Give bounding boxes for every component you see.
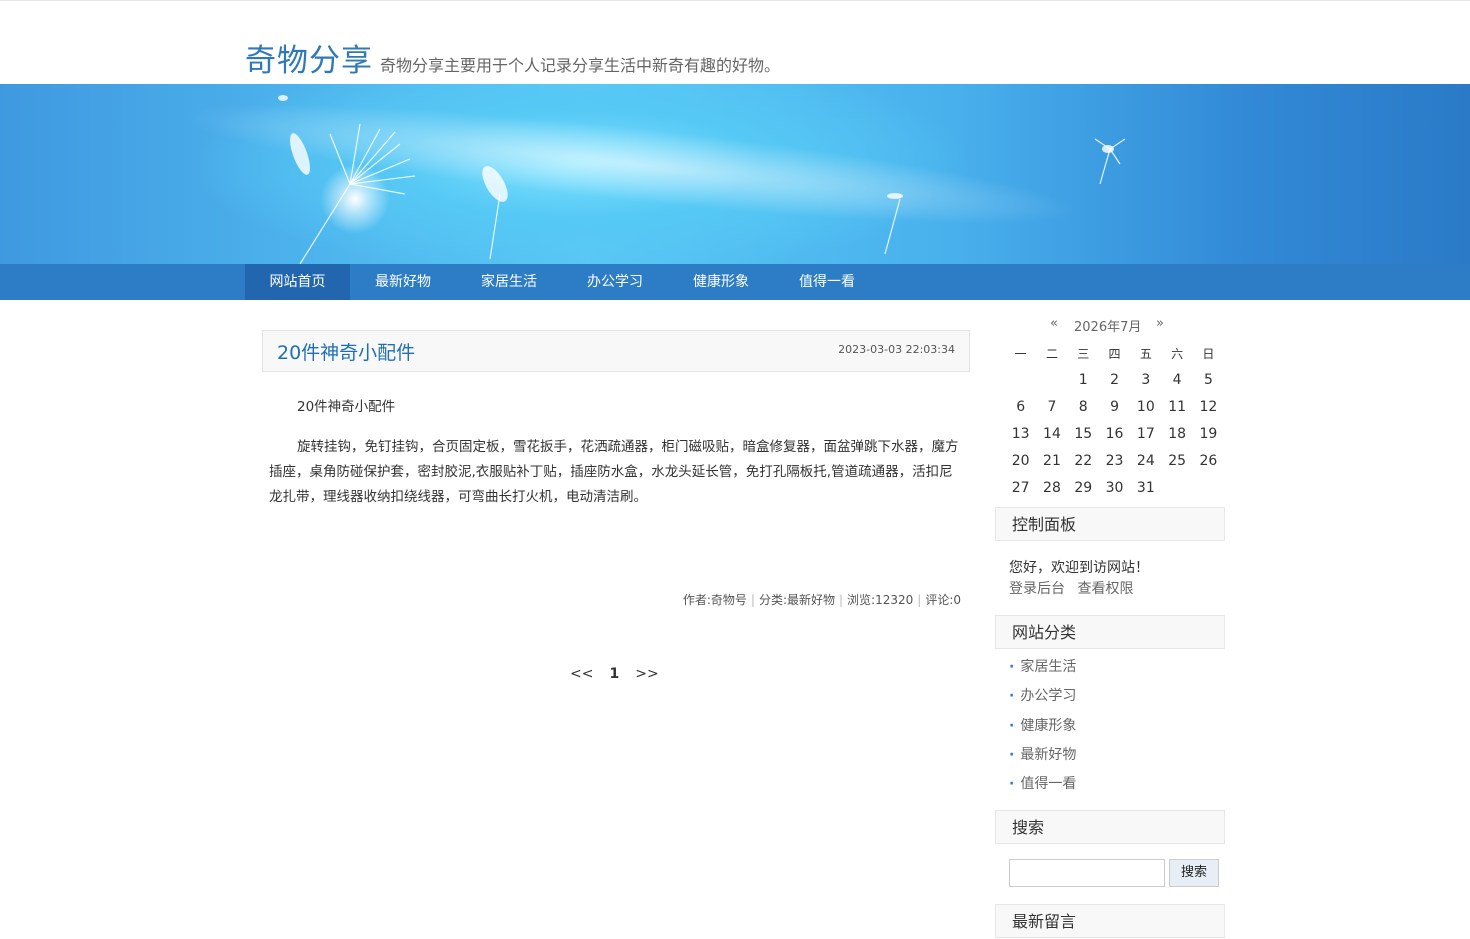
control-panel-title: 控制面板 [995, 507, 1225, 541]
calendar-day: 1 [1078, 371, 1088, 388]
search-title: 搜索 [995, 810, 1225, 844]
welcome-text: 您好，欢迎到访网站！ [1009, 560, 1149, 576]
post-author: 作者:奇物号 [682, 593, 747, 607]
weekday-label: 一 [1014, 346, 1027, 361]
calendar-prev-month-link[interactable]: « [1050, 316, 1058, 331]
calendar-day: 10 [1136, 398, 1155, 415]
categories-title: 网站分类 [995, 615, 1225, 649]
main-nav: 网站首页 最新好物 家居生活 办公学习 健康形象 值得一看 [0, 264, 1470, 300]
calendar-day: 28 [1043, 479, 1061, 496]
pagination: << 1 >> [570, 666, 675, 682]
meta-separator: | [750, 593, 755, 607]
calendar-day [1036, 366, 1067, 393]
post-views: 浏览:12320 [847, 593, 914, 607]
calendar-day [1193, 474, 1224, 501]
calendar-day: 6 [1016, 398, 1026, 415]
calendar-day: 11 [1168, 398, 1187, 415]
calendar-day: 7 [1047, 398, 1057, 415]
nav-item-home-life[interactable]: 家居生活 [456, 264, 562, 300]
calendar-day: 2 [1110, 371, 1119, 388]
nav-item-health[interactable]: 健康形象 [668, 264, 774, 300]
login-link[interactable]: 登录后台 [1009, 581, 1065, 597]
meta-separator: | [917, 593, 922, 607]
calendar-day: 8 [1078, 398, 1088, 415]
calendar-day: 17 [1136, 425, 1155, 442]
calendar-day: 5 [1203, 371, 1213, 388]
dandelion-seeds-graphic [278, 95, 1126, 264]
pager-prev-link[interactable]: << [570, 666, 593, 682]
calendar-day [1161, 474, 1192, 501]
calendar-day: 9 [1110, 398, 1119, 415]
pager-next-link[interactable]: >> [635, 666, 658, 682]
calendar-day: 22 [1074, 452, 1093, 469]
calendar-week-row: 1 2 3 4 5 [1005, 366, 1224, 393]
post-paragraph: 旋转挂钩，免钉挂钩，合页固定板，雪花扳手，花洒疏通器，柜门磁吸贴，暗盒修复器，面… [269, 439, 959, 505]
calendar-day: 19 [1199, 425, 1218, 442]
calendar-day [1005, 366, 1036, 393]
calendar-week-row: 6 7 8 9 10 11 12 [1005, 393, 1224, 420]
category-item[interactable]: 办公学习 [1009, 686, 1076, 715]
site-header: 奇物分享 奇物分享主要用于个人记录分享生活中新奇有趣的好物。 [0, 0, 1470, 85]
post-meta: 作者:奇物号 | 分类:最新好物 | 浏览:12320 | 评论:0 [683, 591, 961, 608]
calendar-table: 一 二 三 四 五 六 日 12345 6 7 8 9 10 11 12 13 14 15 16 1… [1005, 340, 1224, 501]
permissions-link[interactable]: 查看权限 [1077, 581, 1133, 597]
calendar-day: 12 [1199, 398, 1218, 415]
weekday-label: 四 [1108, 346, 1121, 361]
post-title[interactable]: 20件神奇小配件 [277, 338, 415, 365]
category-item[interactable]: 最新好物 [1009, 745, 1076, 774]
recent-comments-title: 最新留言 [995, 904, 1225, 938]
weekday-label: 三 [1077, 346, 1090, 361]
category-item[interactable]: 值得一看 [1009, 774, 1076, 803]
meta-separator: | [839, 593, 844, 607]
weekday-label: 二 [1045, 346, 1058, 361]
calendar-day: 25 [1168, 452, 1187, 469]
pager-current-page: 1 [609, 666, 620, 682]
calendar-day: 30 [1105, 479, 1124, 496]
post-comments[interactable]: 评论:0 [925, 593, 961, 607]
weekday-label: 日 [1202, 346, 1215, 361]
calendar-next-month-link[interactable]: » [1156, 316, 1164, 331]
weekday-label: 六 [1171, 346, 1184, 361]
calendar-day: 29 [1074, 479, 1093, 496]
site-description: 奇物分享主要用于个人记录分享生活中新奇有趣的好物。 [380, 56, 781, 75]
calendar-day: 16 [1105, 425, 1124, 442]
calendar-weekday-row: 一 二 三 四 五 六 日 [1005, 340, 1224, 366]
calendar-day: 31 [1136, 479, 1155, 496]
control-panel-links: 登录后台 查看权限 [1009, 578, 1141, 598]
post-date: 2023-03-03 22:03:34 [838, 343, 955, 356]
header-banner [0, 84, 1470, 264]
calendar-day: 27 [1011, 479, 1030, 496]
calendar-day: 4 [1172, 371, 1182, 388]
post-category[interactable]: 分类:最新好物 [759, 593, 835, 607]
calendar-day: 21 [1043, 452, 1061, 469]
nav-item-office-study[interactable]: 办公学习 [562, 264, 668, 300]
calendar-day: 14 [1043, 425, 1061, 442]
calendar-day: 3 [1141, 371, 1151, 388]
calendar-week-row: 27 28 29 30 31 [1005, 474, 1224, 501]
weekday-label: 五 [1139, 346, 1152, 361]
calendar-day: 20 [1011, 452, 1030, 469]
calendar-day: 26 [1199, 452, 1218, 469]
nav-item-latest[interactable]: 最新好物 [350, 264, 456, 300]
category-item[interactable]: 健康形象 [1009, 716, 1076, 745]
calendar-week-row: 13 14 15 16 17 18 19 [1005, 420, 1224, 447]
category-item[interactable]: 家居生活 [1009, 657, 1076, 686]
search-button[interactable]: 搜索 [1169, 859, 1219, 887]
calendar-day: 13 [1011, 425, 1030, 442]
site-title[interactable]: 奇物分享 [245, 35, 373, 80]
category-list: 家居生活 办公学习 健康形象 最新好物 值得一看 [1009, 657, 1076, 803]
post-body: 20件神奇小配件 旋转挂钩，免钉挂钩，合页固定板，雪花扳手，花洒疏通器，柜门磁吸… [269, 395, 963, 525]
post-paragraph: 20件神奇小配件 [297, 399, 396, 415]
calendar-week-row: 20 21 22 23 24 25 26 [1005, 447, 1224, 474]
calendar-day: 24 [1136, 452, 1155, 469]
calendar-month-label: 2026年7月 [1074, 320, 1142, 335]
calendar-day: 15 [1074, 425, 1093, 442]
calendar-day: 18 [1168, 425, 1187, 442]
nav-item-worth-seeing[interactable]: 值得一看 [774, 264, 880, 300]
search-input[interactable] [1009, 859, 1165, 887]
calendar-day: 23 [1105, 452, 1124, 469]
post-header: 20件神奇小配件 2023-03-03 22:03:34 [262, 330, 970, 372]
nav-item-home[interactable]: 网站首页 [245, 264, 350, 300]
